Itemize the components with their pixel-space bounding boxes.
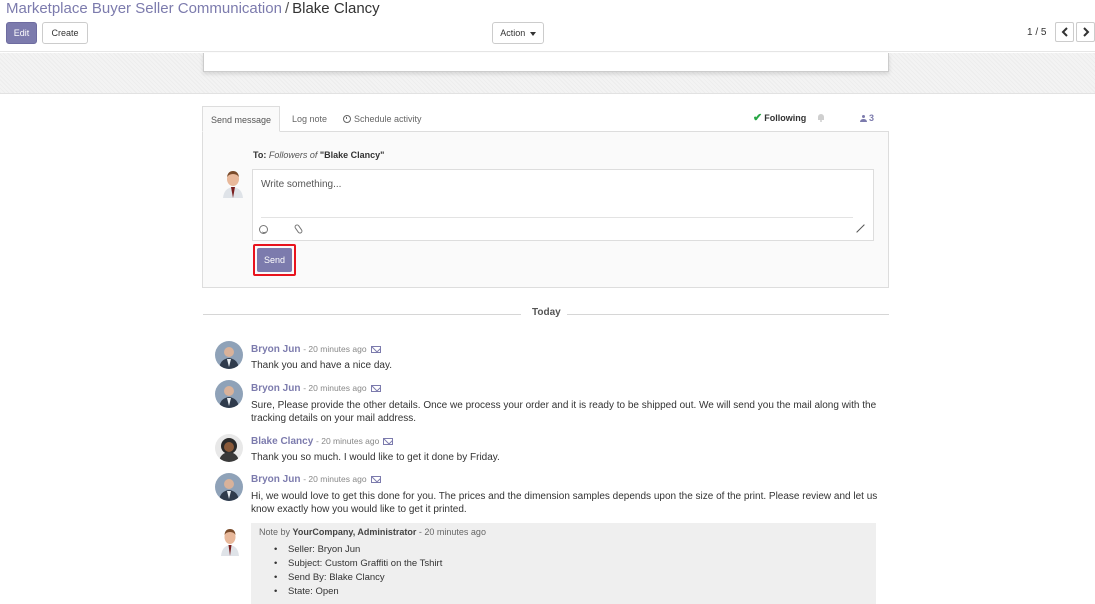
send-button-highlight: Send (253, 244, 296, 276)
note-message: Note by YourCompany, Administrator - 20 … (251, 523, 876, 604)
paperclip-icon[interactable] (293, 223, 304, 235)
message-author[interactable]: Bryon Jun (251, 383, 300, 394)
list-item: Subject: Custom Graffiti on the Tshirt (274, 557, 442, 571)
followers-count: 3 (869, 113, 875, 123)
check-icon: ✔ (753, 112, 763, 124)
control-panel: Marketplace Buyer Seller Communication / B… (0, 0, 1095, 52)
message-header: Bryon Jun - 20 minutes ago (251, 344, 381, 355)
edit-button[interactable]: Edit (6, 22, 37, 44)
message-body: Hi, we would love to get this done for y… (251, 491, 878, 515)
message-header: Bryon Jun - 20 minutes ago (251, 383, 381, 394)
breadcrumb-separator: / (284, 0, 290, 17)
message-author[interactable]: Bryon Jun (251, 344, 300, 355)
following-button[interactable]: ✔ Following (753, 106, 806, 132)
tab-schedule-activity[interactable]: Schedule activity (335, 106, 430, 132)
mail-icon[interactable] (370, 346, 381, 353)
chatter-topbar: Send message Log note Schedule activity … (202, 106, 889, 132)
pager-value[interactable]: 1 / 5 (1027, 27, 1046, 38)
message-time: - 20 minutes ago (303, 474, 367, 484)
expand-icon[interactable] (855, 223, 865, 233)
message-body: Thank you so much. I would like to get i… (251, 452, 500, 463)
chevron-left-icon (1061, 27, 1068, 37)
user-icon (860, 115, 867, 122)
message-placeholder: Write something... (261, 179, 342, 190)
message-body: Sure, Please provide the other details. … (251, 400, 877, 424)
note-tracking-list: Seller: Bryon Jun Subject: Custom Graffi… (274, 543, 442, 599)
note-header: Note by YourCompany, Administrator - 20 … (259, 527, 486, 537)
note-time: - 20 minutes ago (418, 527, 486, 537)
to-followers-of: Followers of (268, 150, 318, 160)
list-item: State: Open (274, 585, 442, 599)
separator-label: Today (530, 307, 563, 318)
list-item: Seller: Bryon Jun (274, 543, 442, 557)
breadcrumb-current: Blake Clancy (292, 0, 380, 17)
caret-down-icon (529, 31, 536, 36)
pager-next-button[interactable] (1076, 22, 1095, 42)
message-composer: To: Followers of "Blake Clancy" Write so… (202, 131, 889, 288)
message-author[interactable]: Blake Clancy (251, 436, 313, 447)
note-author[interactable]: YourCompany, Administrator (293, 527, 417, 537)
following-label: Following (764, 113, 807, 123)
textarea-divider (261, 217, 853, 218)
message-body: Thank you and have a nice day. (251, 360, 393, 371)
followers-button[interactable]: 3 (860, 106, 874, 132)
author-avatar[interactable] (215, 341, 243, 369)
schedule-activity-label: Schedule activity (354, 114, 422, 124)
breadcrumb-parent-link[interactable]: Marketplace Buyer Seller Communication (6, 0, 282, 17)
to-record: "Blake Clancy" (319, 150, 385, 160)
breadcrumb: Marketplace Buyer Seller Communication / B… (6, 0, 380, 18)
separator-line-left (203, 314, 521, 315)
message-time: - 20 minutes ago (316, 436, 380, 446)
author-avatar[interactable] (215, 380, 243, 408)
message-author[interactable]: Bryon Jun (251, 474, 300, 485)
action-dropdown-button[interactable]: Action (492, 22, 544, 44)
tab-send-message[interactable]: Send message (202, 106, 281, 132)
author-avatar[interactable] (215, 473, 243, 501)
note-author-avatar[interactable] (219, 526, 241, 556)
tab-log-note[interactable]: Log note (284, 106, 335, 132)
mail-icon[interactable] (370, 476, 381, 483)
to-prefix: To: (253, 150, 267, 160)
mail-icon[interactable] (383, 438, 394, 445)
form-sheet (203, 53, 889, 72)
message-time: - 20 minutes ago (303, 344, 367, 354)
message-header: Bryon Jun - 20 minutes ago (251, 474, 381, 485)
send-button[interactable]: Send (257, 248, 292, 272)
message-header: Blake Clancy - 20 minutes ago (251, 436, 394, 447)
emoji-icon[interactable] (259, 225, 268, 234)
date-separator: Today (203, 305, 889, 321)
mail-icon[interactable] (370, 385, 381, 392)
bell-icon[interactable] (817, 114, 825, 122)
message-textarea[interactable]: Write something... (252, 169, 874, 241)
clock-icon (343, 115, 351, 123)
create-button[interactable]: Create (42, 22, 88, 44)
list-item: Send By: Blake Clancy (274, 571, 442, 585)
separator-line-right (567, 314, 889, 315)
note-prefix: Note by (259, 527, 291, 537)
recipients-line: To: Followers of "Blake Clancy" (253, 150, 384, 160)
author-avatar[interactable] (215, 434, 243, 462)
composer-avatar (219, 168, 247, 198)
chevron-right-icon (1082, 27, 1089, 37)
message-time: - 20 minutes ago (303, 383, 367, 393)
pager-previous-button[interactable] (1055, 22, 1074, 42)
action-label: Action (500, 28, 526, 38)
